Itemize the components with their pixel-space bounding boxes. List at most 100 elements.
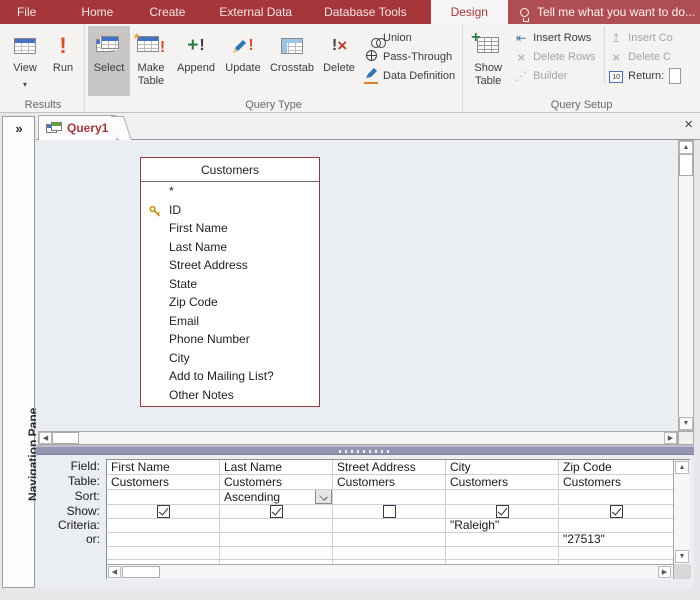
tab-external-data[interactable]: External Data — [205, 0, 306, 24]
table-cell[interactable]: Customers — [107, 475, 219, 490]
tab-file[interactable]: File — [0, 0, 53, 24]
field-cell[interactable]: Last Name — [220, 460, 332, 475]
grid-horizontal-scrollbar[interactable] — [107, 564, 673, 579]
table-cell[interactable]: Customers — [333, 475, 445, 490]
append-button[interactable]: +! Append — [172, 26, 220, 96]
field-item-mailing-list[interactable]: Add to Mailing List? — [141, 367, 319, 386]
scroll-right-icon[interactable] — [658, 566, 671, 578]
make-table-button[interactable]: *! Make Table — [130, 26, 172, 96]
empty-cell[interactable] — [220, 547, 332, 560]
delete-query-button[interactable]: ! × Delete — [318, 26, 360, 96]
select-query-button[interactable]: Select — [88, 26, 130, 96]
empty-cell[interactable] — [446, 547, 558, 560]
tell-me-box[interactable]: Tell me what you want to do... — [507, 0, 700, 24]
crosstab-button[interactable]: Crosstab — [266, 26, 318, 96]
or-cell[interactable] — [220, 533, 332, 547]
field-cell[interactable]: City — [446, 460, 558, 475]
field-item-email[interactable]: Email — [141, 312, 319, 331]
grid-vertical-scrollbar[interactable] — [673, 460, 690, 564]
field-item-zip-code[interactable]: Zip Code — [141, 293, 319, 312]
table-cell[interactable]: Customers — [559, 475, 673, 490]
empty-cell[interactable] — [107, 547, 219, 560]
view-button[interactable]: View — [5, 26, 45, 96]
top-pane-vertical-scrollbar[interactable] — [678, 140, 694, 431]
field-item-city[interactable]: City — [141, 349, 319, 368]
scroll-down-icon[interactable] — [679, 417, 693, 430]
show-checkbox[interactable] — [382, 505, 396, 518]
tab-home[interactable]: Home — [67, 0, 127, 24]
empty-cell[interactable] — [559, 547, 673, 560]
scroll-up-icon[interactable] — [675, 461, 689, 474]
criteria-cell[interactable] — [107, 519, 219, 533]
top-pane-horizontal-scrollbar[interactable] — [38, 431, 678, 445]
field-item-phone-number[interactable]: Phone Number — [141, 330, 319, 349]
update-button[interactable]: ! Update — [220, 26, 266, 96]
show-cell[interactable] — [333, 505, 445, 519]
return-value-box[interactable] — [669, 68, 682, 84]
criteria-cell[interactable]: "Raleigh" — [446, 519, 558, 533]
field-item-state[interactable]: State — [141, 275, 319, 294]
sort-cell[interactable] — [333, 490, 445, 505]
table-cell[interactable]: Customers — [220, 475, 332, 490]
criteria-cell[interactable] — [559, 519, 673, 533]
tab-query1[interactable]: Query1 — [38, 115, 116, 140]
show-table-button[interactable]: + Show Table — [466, 26, 510, 96]
tab-create[interactable]: Create — [135, 0, 199, 24]
insert-rows-button[interactable]: Insert Rows — [514, 30, 598, 46]
pane-splitter[interactable] — [36, 445, 694, 455]
union-button[interactable]: Union — [364, 30, 455, 46]
or-cell[interactable] — [333, 533, 445, 547]
field-item-first-name[interactable]: First Name — [141, 219, 319, 238]
tab-design[interactable]: Design — [430, 0, 508, 24]
show-checkbox[interactable] — [609, 505, 623, 518]
scroll-left-icon[interactable] — [108, 566, 121, 578]
field-item-last-name[interactable]: Last Name — [141, 238, 319, 257]
show-cell[interactable] — [220, 505, 332, 519]
scroll-up-icon[interactable] — [679, 141, 693, 154]
criteria-cell[interactable] — [220, 519, 332, 533]
or-cell[interactable] — [446, 533, 558, 547]
show-cell[interactable] — [559, 505, 673, 519]
show-checkbox[interactable] — [495, 505, 509, 518]
sort-cell[interactable] — [559, 490, 673, 505]
return-control[interactable]: 10 Return: — [609, 68, 682, 84]
sort-cell[interactable] — [446, 490, 558, 505]
sort-dropdown-button[interactable] — [315, 490, 332, 504]
scrollbar-thumb[interactable] — [52, 432, 79, 444]
field-cell[interactable]: Street Address — [333, 460, 445, 475]
field-item-other-notes[interactable]: Other Notes — [141, 386, 319, 405]
field-item-street-address[interactable]: Street Address — [141, 256, 319, 275]
field-cell[interactable]: First Name — [107, 460, 219, 475]
field-item-asterisk[interactable]: * — [141, 182, 319, 201]
show-checkbox[interactable] — [156, 505, 170, 518]
show-cell[interactable] — [446, 505, 558, 519]
navigation-pane-collapsed[interactable]: » Navigation Pane — [2, 116, 40, 588]
scrollbar-thumb[interactable] — [122, 566, 160, 578]
empty-cell[interactable] — [333, 547, 445, 560]
table-cell[interactable]: Customers — [446, 475, 558, 490]
grid-column-street-address: Street Address Customers — [333, 460, 446, 564]
lightbulb-icon — [519, 7, 529, 22]
scroll-down-icon[interactable] — [675, 550, 689, 563]
sort-cell[interactable] — [107, 490, 219, 505]
close-icon[interactable]: × — [684, 116, 693, 133]
sort-cell-active[interactable]: Ascending — [220, 490, 332, 505]
or-cell[interactable] — [107, 533, 219, 547]
pass-through-button[interactable]: Pass-Through — [364, 49, 455, 65]
run-button[interactable]: ! Run — [45, 26, 81, 96]
tab-database-tools[interactable]: Database Tools — [310, 0, 421, 24]
view-dropdown-caret[interactable] — [23, 76, 27, 90]
scroll-right-icon[interactable] — [664, 432, 677, 444]
scrollbar-thumb[interactable] — [679, 154, 693, 176]
append-label: Append — [177, 62, 215, 74]
data-definition-button[interactable]: Data Definition — [364, 68, 455, 84]
field-item-id[interactable]: ID — [141, 201, 319, 220]
criteria-cell[interactable] — [333, 519, 445, 533]
field-cell[interactable]: Zip Code — [559, 460, 673, 475]
customers-field-list[interactable]: Customers * ID First Name Last Name Stre… — [140, 157, 320, 407]
nav-expand-icon[interactable]: » — [3, 117, 34, 136]
show-cell[interactable] — [107, 505, 219, 519]
or-cell[interactable]: "27513" — [559, 533, 673, 547]
scroll-left-icon[interactable] — [39, 432, 52, 444]
show-checkbox[interactable] — [269, 505, 283, 518]
